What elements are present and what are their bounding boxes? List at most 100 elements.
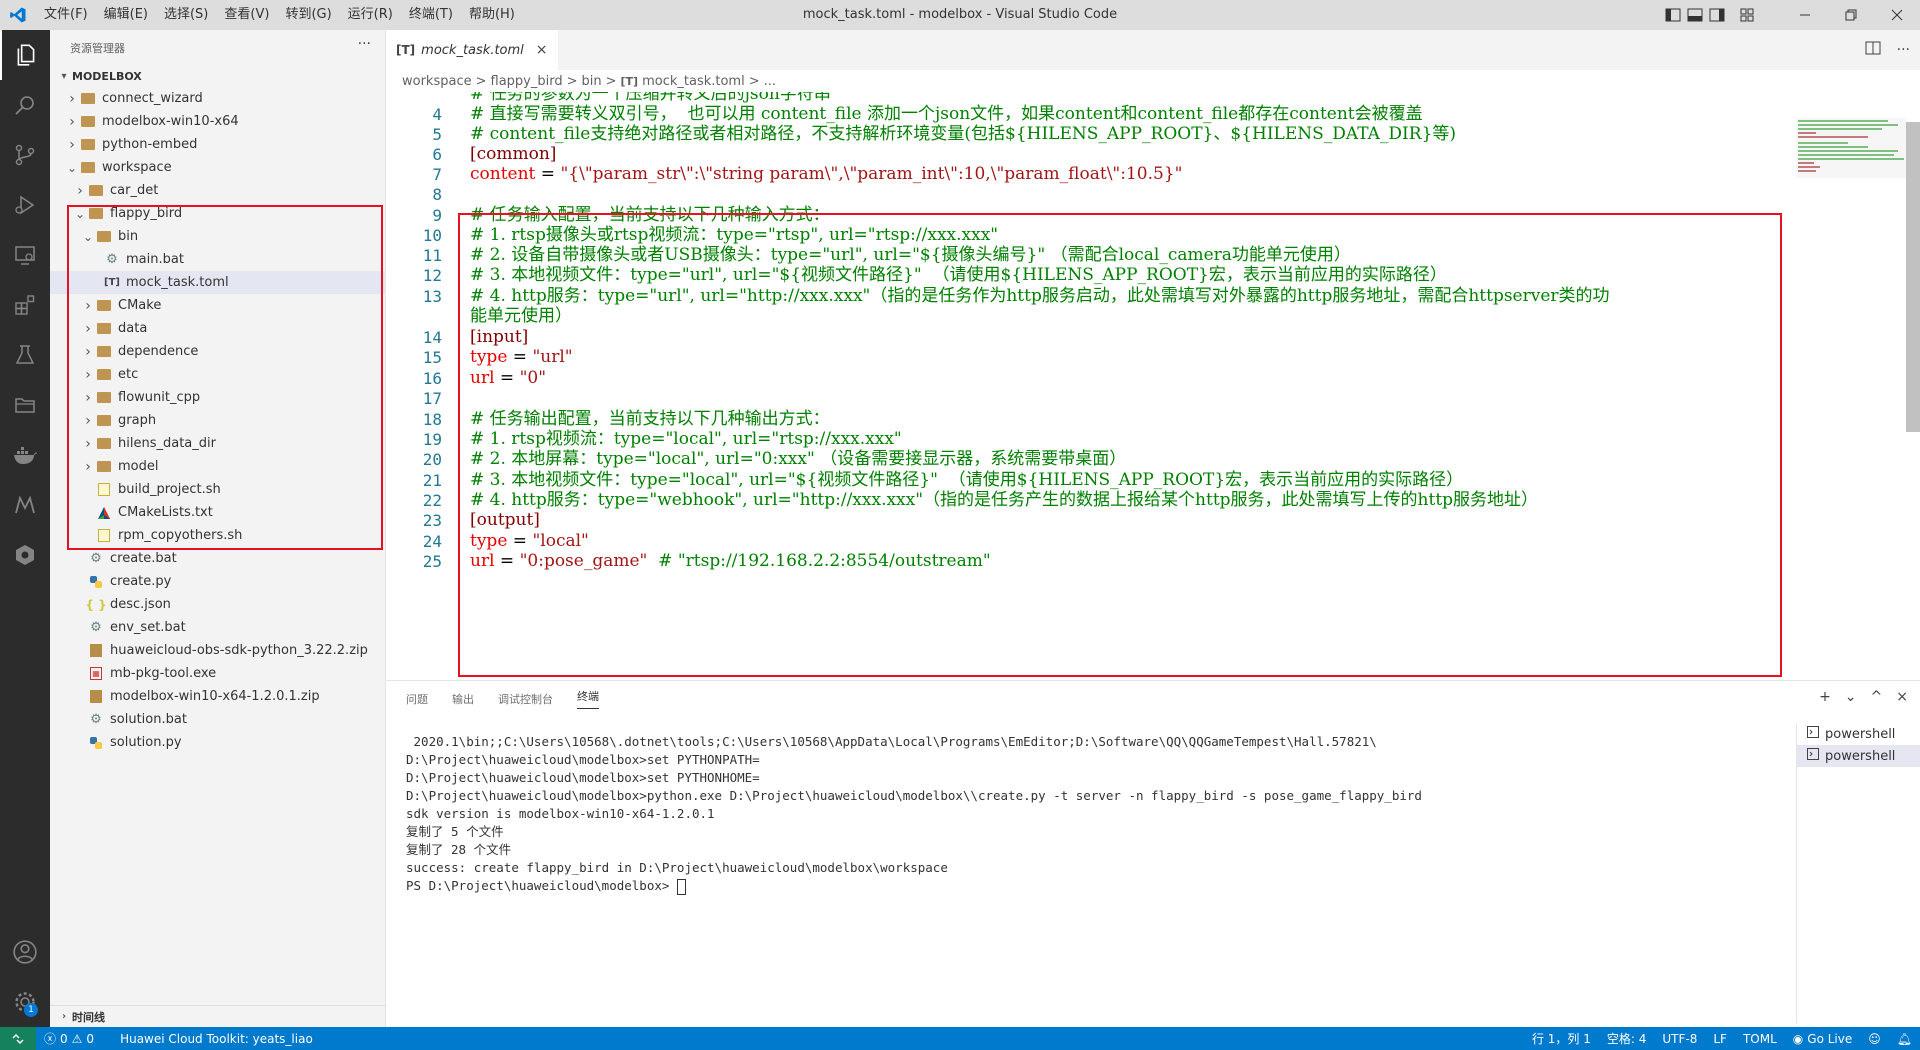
tree-item-car-det[interactable]: › car_det (50, 179, 385, 202)
breadcrumb-item[interactable]: flappy_bird (491, 74, 563, 89)
broadcast-icon: ◉ (1792, 1031, 1804, 1046)
encoding[interactable]: UTF-8 (1654, 1032, 1705, 1046)
more-actions-icon[interactable]: ··· (358, 36, 371, 52)
tree-item-env-set-bat[interactable]: ⚙ env_set.bat (50, 616, 385, 639)
toggle-secondary-sidebar-icon[interactable] (1706, 0, 1728, 30)
huawei-cloud-icon[interactable] (0, 530, 50, 580)
menu-item[interactable]: 编辑(E) (96, 0, 156, 30)
tree-item-label: car_det (110, 183, 159, 198)
tree-item-label: desc.json (110, 597, 171, 612)
run-debug-icon[interactable] (0, 180, 50, 230)
menu-item[interactable]: 转到(G) (277, 0, 339, 30)
menu-item[interactable]: 查看(V) (216, 0, 277, 30)
workspace-root[interactable]: ▾ MODELBOX (50, 65, 385, 87)
vscode-logo-icon (0, 0, 36, 30)
highlight-box-flappy-bird (67, 205, 383, 550)
tree-item-modelbox-win10-x64[interactable]: › modelbox-win10-x64 (50, 110, 385, 133)
breadcrumb-item[interactable]: [T] (621, 75, 639, 88)
breadcrumb-item[interactable]: ... (764, 74, 776, 89)
tree-item-connect-wizard[interactable]: › connect_wizard (50, 87, 385, 110)
vertical-scrollbar[interactable] (1906, 122, 1920, 432)
split-editor-icon[interactable] (1865, 41, 1881, 59)
chevron-right-icon: › (61, 1011, 67, 1022)
terminal-instance[interactable]: powershell (1797, 723, 1920, 745)
menu-item[interactable]: 帮助(H) (461, 0, 523, 30)
extensions-icon[interactable] (0, 280, 50, 330)
breadcrumb-item[interactable]: workspace (402, 74, 472, 89)
tree-item-mb-pkg-tool-exe[interactable]: ▦ mb-pkg-tool.exe (50, 662, 385, 685)
status-bar: ⓧ 0 ⚠ 0 Huawei Cloud Toolkit: yeats_liao 行… (0, 1027, 1920, 1050)
terminal-instance[interactable]: powershell (1797, 745, 1920, 767)
tree-item-create-py[interactable]: create.py (50, 570, 385, 593)
language-mode[interactable]: TOML (1735, 1032, 1785, 1046)
error-icon: ⓧ (44, 1032, 57, 1046)
chevron-down-icon[interactable]: ⌄ (1845, 689, 1857, 705)
close-panel-icon[interactable]: × (1896, 689, 1908, 705)
modelarts-icon[interactable] (0, 480, 50, 530)
folder-icon[interactable] (0, 380, 50, 430)
exe-file-icon: ▦ (88, 666, 104, 682)
tree-item-create-bat[interactable]: ⚙ create.bat (50, 547, 385, 570)
more-actions-icon[interactable]: ··· (1897, 42, 1910, 58)
huawei-toolkit-status[interactable]: Huawei Cloud Toolkit: yeats_liao (112, 1032, 321, 1046)
tree-item-solution-bat[interactable]: ⚙ solution.bat (50, 708, 385, 731)
zip-file-icon (88, 689, 104, 705)
tree-item-workspace[interactable]: ⌄ workspace (50, 156, 385, 179)
maximize-panel-icon[interactable]: ^ (1871, 689, 1883, 705)
menu-item[interactable]: 运行(R) (340, 0, 401, 30)
customize-layout-icon[interactable] (1736, 0, 1758, 30)
activity-bar: 1 (0, 30, 50, 1027)
settings-icon[interactable]: 1 (0, 977, 50, 1027)
notifications-icon[interactable]: 🔔︎ (1889, 1032, 1920, 1046)
toggle-primary-sidebar-icon[interactable] (1662, 0, 1684, 30)
panel-tab[interactable]: 问题 (406, 691, 428, 707)
folder-icon (80, 91, 96, 107)
remote-explorer-icon[interactable] (0, 230, 50, 280)
close-window-icon[interactable] (1874, 0, 1920, 30)
remote-indicator-icon[interactable] (0, 1027, 36, 1050)
terminal-line: 2020.1\bin;;C:\Users\10568\.dotnet\tools… (406, 733, 1422, 751)
breadcrumb-separator-icon: > (605, 73, 617, 89)
feedback-icon[interactable]: ☺ (1860, 1032, 1889, 1046)
end-of-line[interactable]: LF (1705, 1032, 1735, 1046)
toggle-panel-icon[interactable] (1684, 0, 1706, 30)
testing-icon[interactable] (0, 330, 50, 380)
minimize-icon[interactable] (1782, 0, 1828, 30)
tree-item-python-embed[interactable]: › python-embed (50, 133, 385, 156)
breadcrumb-item[interactable]: mock_task.toml (642, 74, 745, 89)
breadcrumb-item[interactable]: bin (582, 74, 602, 89)
tab-mock-task-toml[interactable]: [T] mock_task.toml × (386, 30, 559, 70)
panel-tab[interactable]: 终端 (577, 688, 599, 709)
menu-item[interactable]: 选择(S) (156, 0, 216, 30)
indentation[interactable]: 空格: 4 (1599, 1030, 1655, 1047)
tree-item-label: connect_wizard (102, 91, 203, 106)
tree-item-huaweicloud-obs-sdk-python-3-22-2-zip[interactable]: huaweicloud-obs-sdk-python_3.22.2.zip (50, 639, 385, 662)
new-terminal-icon[interactable]: + (1819, 689, 1831, 705)
cursor-position[interactable]: 行 1，列 1 (1524, 1030, 1599, 1047)
tree-item-solution-py[interactable]: solution.py (50, 731, 385, 754)
json-file-icon: { } (85, 597, 107, 612)
panel-tab[interactable]: 输出 (452, 691, 474, 707)
explorer-icon[interactable] (0, 30, 50, 80)
minimap[interactable] (1796, 118, 1906, 178)
terminal-panel: 问题 输出 调试控制台 终端 + ⌄ ^ × 2020.1\bin;;C:\Users… (386, 680, 1920, 1027)
menu-item[interactable]: 终端(T) (401, 0, 461, 30)
restore-icon[interactable] (1828, 0, 1874, 30)
terminal-cursor (676, 878, 686, 895)
folder-icon (88, 183, 104, 199)
problems-indicator[interactable]: ⓧ 0 ⚠ 0 (36, 1030, 102, 1047)
account-icon[interactable] (0, 927, 50, 977)
search-icon[interactable] (0, 80, 50, 130)
docker-icon[interactable] (0, 430, 50, 480)
terminal-output[interactable]: 2020.1\bin;;C:\Users\10568\.dotnet\tools… (406, 733, 1422, 895)
go-live-button[interactable]: ◉ Go Live (1785, 1032, 1860, 1046)
close-tab-icon[interactable]: × (536, 42, 548, 58)
gear-file-icon: ⚙ (90, 712, 102, 727)
menu-item[interactable]: 文件(F) (36, 0, 96, 30)
timeline-section[interactable]: › 时间线 (50, 1005, 386, 1027)
panel-tab[interactable]: 调试控制台 (498, 691, 553, 707)
source-control-icon[interactable] (0, 130, 50, 180)
highlight-box-io-config (458, 213, 1782, 677)
tree-item-desc-json[interactable]: { } desc.json (50, 593, 385, 616)
tree-item-modelbox-win10-x64-1-2-0-1-zip[interactable]: modelbox-win10-x64-1.2.0.1.zip (50, 685, 385, 708)
